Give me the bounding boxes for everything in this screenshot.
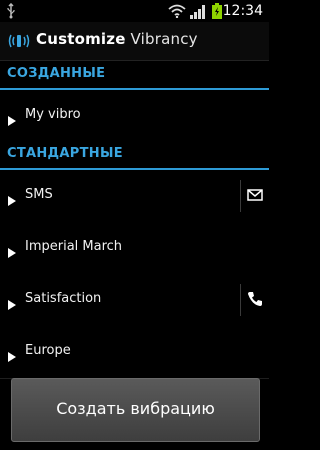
clock: 12:34 (222, 3, 263, 19)
list-item-label: My vibro (25, 107, 81, 122)
app-title: Customize Vibrancy (36, 30, 198, 48)
phone-icon[interactable] (247, 291, 263, 307)
play-icon[interactable] (8, 347, 16, 366)
section-header-created: СОЗДАННЫЕ (0, 62, 269, 90)
list-item-satisfaction[interactable]: Satisfaction (0, 274, 269, 327)
list-item-imperial-march[interactable]: Imperial March (0, 222, 269, 275)
wifi-icon (168, 3, 186, 22)
play-icon[interactable] (8, 111, 16, 130)
app-title-light: Vibrancy (130, 30, 198, 48)
play-icon[interactable] (8, 295, 16, 314)
list-item-label: Satisfaction (25, 291, 102, 306)
play-icon[interactable] (8, 243, 16, 262)
divider (240, 180, 241, 212)
vibration-icon (8, 32, 30, 54)
list-item-label: SMS (25, 187, 53, 202)
section-title: СТАНДАРТНЫЕ (7, 146, 123, 161)
app-title-bold: Customize (36, 30, 126, 48)
create-vibration-button[interactable]: Создать вибрацию (11, 378, 260, 442)
signal-icon (190, 4, 206, 23)
section-header-standard: СТАНДАРТНЫЕ (0, 142, 269, 170)
list-item-label: Imperial March (25, 239, 123, 254)
create-vibration-label: Создать вибрацию (56, 399, 215, 418)
message-icon[interactable] (247, 187, 263, 203)
list-item-europe[interactable]: Europe (0, 326, 269, 379)
divider (240, 284, 241, 316)
title-bar: Customize Vibrancy (0, 22, 269, 61)
battery-charging-icon (212, 3, 222, 23)
list-item-sms[interactable]: SMS (0, 170, 269, 223)
list-item-label: Europe (25, 343, 71, 358)
list-item-my-vibro[interactable]: My vibro (0, 90, 269, 143)
status-bar: 12:34 (0, 0, 269, 22)
play-icon[interactable] (8, 191, 16, 210)
usb-icon (6, 2, 16, 23)
section-title: СОЗДАННЫЕ (7, 66, 106, 81)
